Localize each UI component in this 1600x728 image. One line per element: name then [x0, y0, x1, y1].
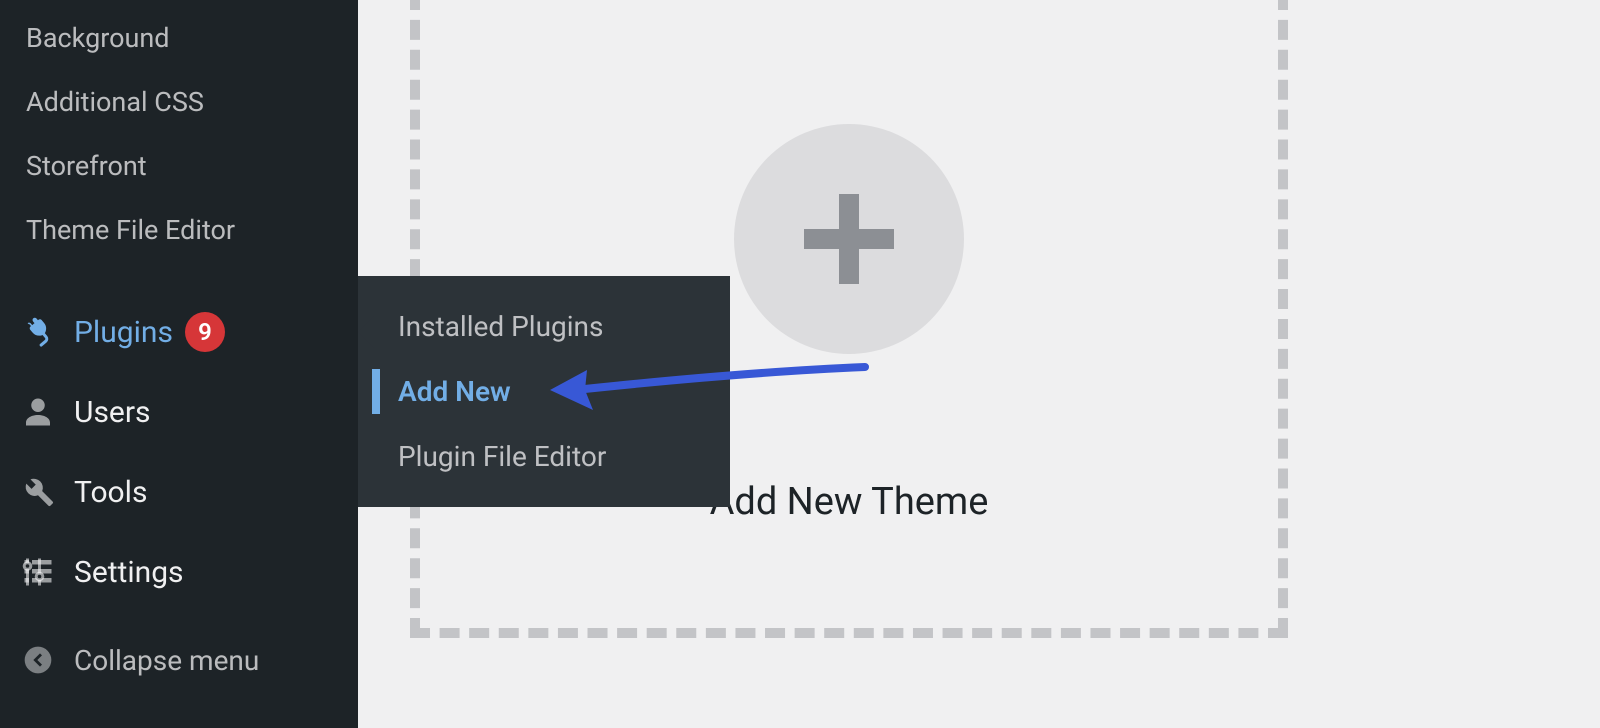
- menu-label: Tools: [74, 475, 147, 510]
- menu-item-users[interactable]: Users: [0, 372, 358, 452]
- menu-item-settings[interactable]: Settings: [0, 532, 358, 612]
- flyout-item-add-new[interactable]: Add New: [358, 359, 730, 424]
- submenu-item-theme-file-editor[interactable]: Theme File Editor: [0, 198, 358, 262]
- submenu-item-additional-css[interactable]: Additional CSS: [0, 70, 358, 134]
- collapse-menu-button[interactable]: Collapse menu: [0, 620, 358, 700]
- submenu-item-background[interactable]: Background: [0, 6, 358, 70]
- collapse-arrow-icon: [18, 640, 58, 680]
- update-count-badge: 9: [185, 312, 225, 352]
- users-icon: [18, 392, 58, 432]
- flyout-item-plugin-file-editor[interactable]: Plugin File Editor: [358, 424, 730, 489]
- add-theme-caption: Add New Theme: [710, 480, 989, 524]
- settings-icon: [18, 552, 58, 592]
- menu-item-plugins[interactable]: Plugins 9: [0, 292, 358, 372]
- plugin-icon: [18, 312, 58, 352]
- plus-circle-icon: [734, 124, 964, 354]
- collapse-label: Collapse menu: [74, 644, 259, 677]
- menu-label: Plugins: [74, 315, 173, 350]
- submenu-item-storefront[interactable]: Storefront: [0, 134, 358, 198]
- appearance-submenu: Background Additional CSS Storefront The…: [0, 0, 358, 262]
- menu-label: Settings: [74, 555, 184, 590]
- tools-icon: [18, 472, 58, 512]
- flyout-pointer-icon: [358, 316, 374, 348]
- admin-sidebar: Background Additional CSS Storefront The…: [0, 0, 358, 728]
- flyout-item-installed-plugins[interactable]: Installed Plugins: [358, 294, 730, 359]
- menu-separator: [0, 262, 358, 292]
- menu-item-tools[interactable]: Tools: [0, 452, 358, 532]
- menu-label: Users: [74, 395, 151, 430]
- plugins-flyout-menu: Installed Plugins Add New Plugin File Ed…: [358, 276, 730, 507]
